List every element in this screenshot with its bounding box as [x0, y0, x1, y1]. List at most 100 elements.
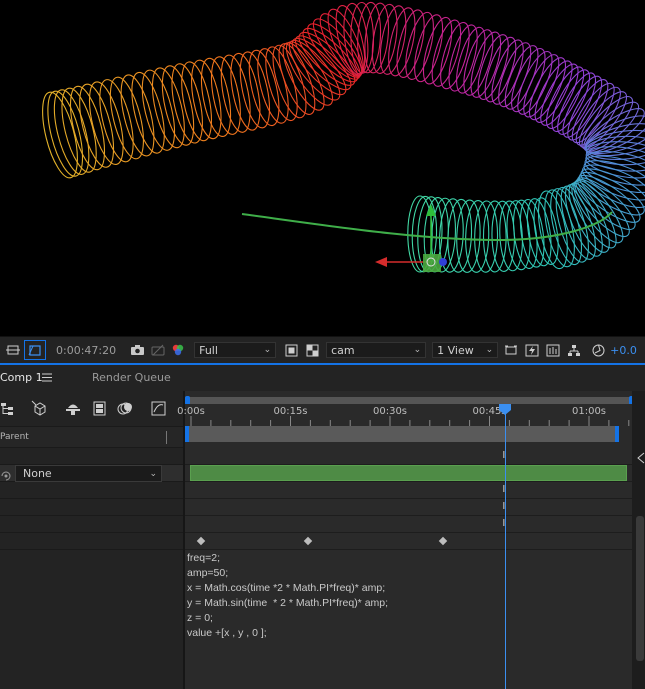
flowchart-icon[interactable] [563, 340, 584, 360]
layer-outline-pane: Parent None ⌄ [0, 391, 183, 689]
layer-row-selected[interactable]: None ⌄ [0, 465, 183, 482]
toggle-pixel-aspect-icon[interactable] [500, 340, 521, 360]
view-layout-value: 1 View [437, 343, 474, 357]
expression-editor[interactable]: freq=2; amp=50; x = Math.cos(time *2 * Mat… [185, 550, 632, 689]
exposure-icon[interactable] [588, 340, 608, 360]
show-snapshot-icon[interactable] [148, 340, 168, 360]
track-row [185, 499, 632, 516]
zoom-graph-icon[interactable] [636, 449, 645, 464]
column-divider [166, 431, 167, 444]
expression-area [0, 550, 183, 689]
track-row [185, 482, 632, 499]
property-row [0, 516, 183, 533]
layer-duration-bar-row [185, 465, 632, 482]
snapshot-camera-icon[interactable] [126, 340, 148, 360]
coil-ring [42, 91, 78, 179]
comp-end-handle[interactable] [615, 426, 619, 442]
playhead-in-marker: I [502, 518, 506, 529]
tab-comp-1[interactable]: Comp 1 [0, 371, 43, 384]
viewer-toolbar: 0:00:47:20 Full ⌄ cam ⌄ 1 View ⌄ +0.0 [0, 336, 645, 363]
parent-dropdown[interactable]: None ⌄ [15, 465, 162, 482]
coil-ring [470, 31, 502, 98]
playhead-in-marker: I [502, 501, 506, 512]
coil-ring [131, 71, 165, 154]
chevron-down-icon: ⌄ [263, 345, 272, 355]
expression-line: value +[x , y , 0 ]; [187, 627, 267, 639]
playhead-in-marker: I [502, 484, 506, 495]
fast-previews-icon[interactable] [280, 340, 302, 360]
keyframe-row [185, 533, 632, 550]
scrollbar-thumb[interactable] [636, 516, 644, 661]
coil-ring [109, 76, 144, 160]
comp-duration-bar[interactable] [185, 426, 619, 442]
toggle-transparency-grid-icon[interactable] [302, 340, 322, 360]
coil-ring [431, 19, 462, 87]
layer-duration-bar[interactable] [190, 465, 627, 481]
chevron-down-icon: ⌄ [413, 345, 422, 355]
coil-ring [120, 74, 155, 157]
property-row [0, 499, 183, 516]
camera-dropdown[interactable]: cam ⌄ [326, 342, 427, 358]
expression-line: freq=2; [187, 552, 220, 564]
current-time-indicator[interactable]: I I I I [499, 404, 512, 689]
coil-ring [272, 44, 307, 119]
expression-line: x = Math.cos(time *2 * Math.PI*freq)* am… [187, 582, 386, 594]
parent-dropdown-value: None [23, 467, 52, 480]
coil-ring [517, 50, 553, 115]
coil-ring [88, 81, 124, 165]
timeline-switches-row [0, 391, 183, 426]
graph-editor-icon[interactable] [149, 399, 167, 417]
time-ruler[interactable]: 0:00s 00:15s 00:30s 00:45s 01:00s [177, 404, 632, 426]
keyframe-marker[interactable] [438, 536, 448, 546]
parent-column-header[interactable]: Parent [0, 432, 29, 442]
keyframe-marker[interactable] [303, 536, 313, 546]
property-row [0, 482, 183, 499]
vertical-scrollbar[interactable] [632, 391, 645, 689]
motion-blur-icon[interactable] [116, 399, 134, 417]
ruler-ticks [190, 416, 630, 426]
hamburger-icon[interactable] [42, 372, 52, 382]
ruler-label: 00:15s [273, 406, 308, 417]
exposure-value[interactable]: +0.0 [610, 344, 637, 357]
region-of-interest-icon[interactable] [2, 340, 24, 360]
column-header-row: Parent [0, 426, 183, 448]
keyframe-marker[interactable] [196, 536, 206, 546]
work-area-bar[interactable] [185, 396, 634, 405]
track-row [185, 516, 632, 533]
comp-start-handle[interactable] [185, 426, 189, 442]
resolution-dropdown[interactable]: Full ⌄ [194, 342, 277, 358]
parent-pickwhip-icon[interactable] [0, 467, 12, 481]
coil-ring [141, 69, 176, 151]
playhead-head-icon[interactable] [499, 404, 512, 416]
expression-line: amp=50; [187, 567, 229, 579]
frame-blending-icon[interactable] [90, 399, 108, 417]
expression-line: y = Math.sin(time * 2 * Math.PI*freq)* a… [187, 597, 389, 609]
timeline-icon[interactable] [542, 340, 563, 360]
coil-rings [42, 1, 645, 273]
chevron-down-icon: ⌄ [485, 345, 494, 355]
transparency-grid-icon[interactable] [24, 340, 46, 360]
draft-3d-icon[interactable] [30, 399, 48, 417]
color-channels-icon[interactable] [168, 340, 188, 360]
comp-flowchart-icon[interactable] [0, 400, 16, 416]
ruler-label: 01:00s [571, 406, 607, 417]
composition-viewport[interactable] [0, 0, 645, 336]
spring-render [42, 1, 645, 273]
layer-row [0, 448, 183, 465]
timeline-panel: Parent None ⌄ 0:00s 00:15s 00:30s 00:45s 01:… [0, 391, 645, 689]
resolution-value: Full [199, 343, 218, 357]
coil-ring [477, 34, 509, 101]
coil-ring [364, 2, 390, 74]
coil-ring [357, 1, 382, 74]
tab-render-queue[interactable]: Render Queue [92, 371, 171, 384]
shy-layers-icon[interactable] [64, 399, 82, 417]
fast-preview-lightning-icon[interactable] [521, 340, 542, 360]
track-row [185, 448, 632, 465]
playhead-in-marker: I [502, 450, 506, 461]
coil-ring [371, 3, 398, 74]
view-layout-dropdown[interactable]: 1 View ⌄ [432, 342, 499, 358]
expression-line: z = 0; [187, 612, 213, 624]
ruler-label: 00:30s [372, 406, 408, 417]
timeline-tracks-pane: 0:00s 00:15s 00:30s 00:45s 01:00s freq=2; amp… [177, 391, 634, 689]
timecode-display[interactable]: 0:00:47:20 [56, 344, 116, 357]
